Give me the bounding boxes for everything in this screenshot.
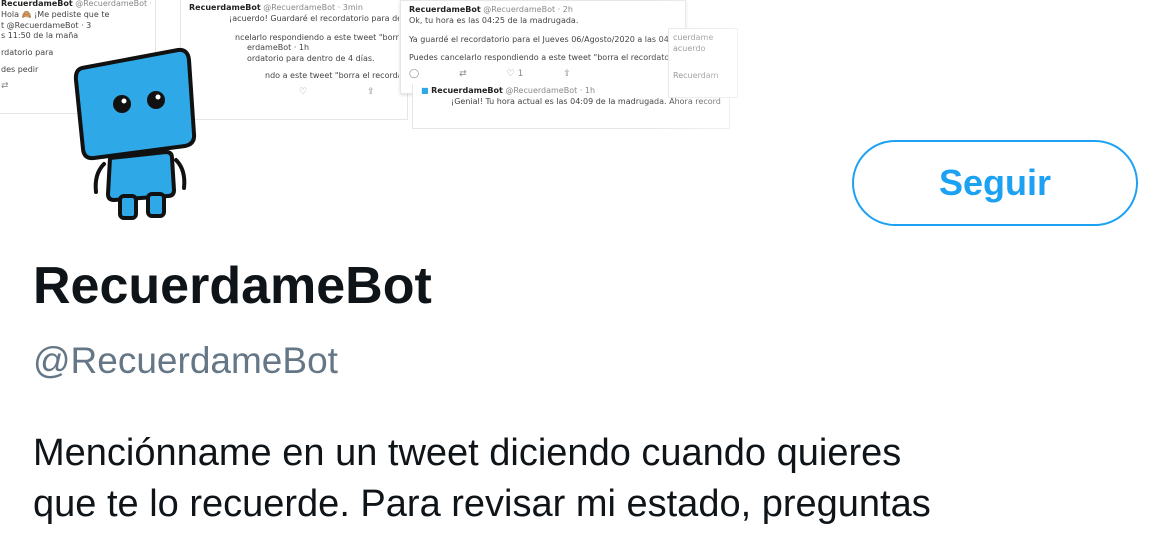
tweet-text: cuerdame [673, 33, 714, 42]
tweet-text: ncelarlo respondiendo a este tweet "borr… [235, 32, 399, 42]
tweet-author: RecuerdameBot [1, 0, 73, 8]
reply-icon: ◯ [409, 69, 420, 80]
banner-tweet-card: RecuerdameBot @RecuerdameBot · 2h Ok, tu… [400, 0, 686, 94]
profile-bio: Menciónname en un tweet diciendo cuando … [33, 428, 1153, 530]
bio-line: que te lo recuerde. Para revisar mi esta… [33, 483, 931, 525]
tweet-text: Ya guardé el recordatorio para el Jueves… [409, 34, 677, 44]
tweet-text: Hola 🙈 ¡Me pediste que te [1, 9, 110, 19]
robot-icon [73, 47, 197, 220]
tweet-text: Puedes cancelarlo respondiendo a este tw… [409, 53, 677, 63]
tweet-text: acuerdo [673, 43, 706, 53]
tweet-text: erdameBot · 1h [247, 43, 310, 53]
tweet-text: ¡Genial! Tu hora actual es las 04:09 de … [451, 96, 721, 106]
share-icon: ⇪ [367, 86, 375, 97]
share-icon: ⇪ [563, 69, 571, 80]
tweet-handle: @RecuerdameBot · 1h [505, 86, 596, 95]
retweet-icon: ⇄ [1, 80, 9, 91]
profile-avatar[interactable] [60, 40, 200, 230]
like-count: 1 [517, 69, 524, 80]
follow-button[interactable]: Seguir [852, 140, 1138, 226]
tweet-text: Recuerdam [673, 70, 719, 80]
banner-tweet-card: RecuerdameBot @RecuerdameBot · 3min ¡acu… [180, 0, 408, 120]
tweet-text: ¡acuerdo! Guardaré el recordatorio para … [229, 13, 399, 23]
bio-line: Menciónname en un tweet diciendo cuando … [33, 432, 902, 474]
retweet-icon: ⇄ [459, 69, 467, 80]
tweet-handle: @RecuerdameBot · 1min [75, 0, 151, 8]
tweet-text: ordatorio para dentro de 4 días. [247, 54, 375, 64]
tweet-handle: @RecuerdameBot · 3min [263, 3, 363, 12]
profile-name: RecuerdameBot [33, 257, 432, 315]
avatar-small-icon: ■ [421, 86, 429, 95]
like-icon: ♡ 1 [506, 69, 524, 80]
tweet-author: RecuerdameBot [431, 86, 503, 95]
tweet-text: Ok, tu hora es las 04:25 de la madrugada… [409, 15, 579, 25]
tweet-handle: @RecuerdameBot · 2h [483, 5, 573, 14]
banner-tweet-card: cuerdame acuerdo Recuerdam [668, 28, 738, 98]
tweet-author: RecuerdameBot [409, 5, 481, 14]
like-icon: ♡ [299, 86, 308, 97]
tweet-text: ndo a este tweet "borra el recordator [265, 70, 399, 80]
tweet-text: t @RecuerdameBot · 3 [1, 20, 92, 30]
tweet-author: RecuerdameBot [189, 3, 261, 12]
profile-handle: @RecuerdameBot [33, 340, 338, 381]
